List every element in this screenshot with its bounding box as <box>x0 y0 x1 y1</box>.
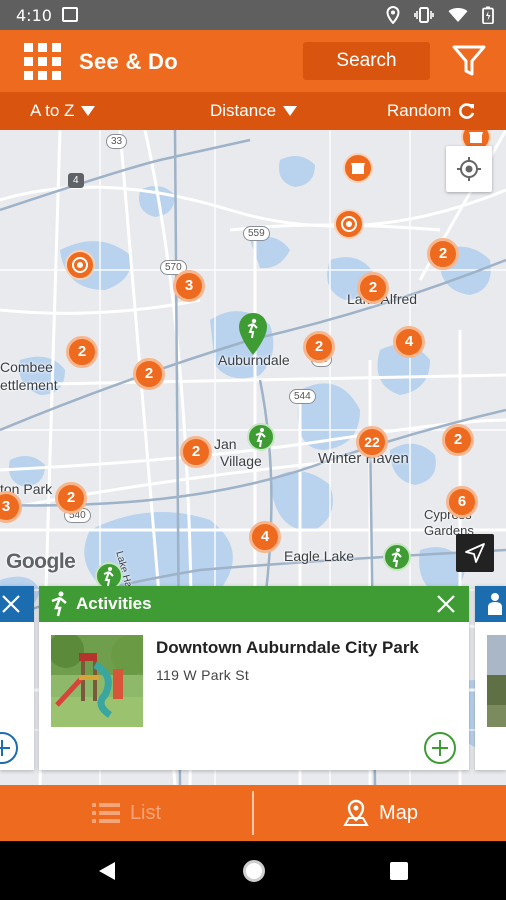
wifi-icon <box>448 8 468 22</box>
google-attribution: Google <box>6 550 76 573</box>
activity-icon <box>51 591 67 617</box>
app-header: See & Do Search <box>0 30 506 92</box>
location-icon <box>386 6 400 24</box>
tab-map-label: Map <box>379 801 418 824</box>
place-label: Combee <box>0 359 53 375</box>
sort-bar: A to Z Distance Random <box>0 92 506 130</box>
chevron-down-icon <box>283 106 298 116</box>
map-cluster[interactable]: 2 <box>55 482 87 514</box>
place-label: Village <box>220 453 262 469</box>
my-location-button[interactable] <box>446 146 492 192</box>
add-to-trip-button[interactable] <box>424 732 456 764</box>
close-icon[interactable] <box>435 593 457 615</box>
map-poi[interactable] <box>334 209 364 239</box>
tab-map[interactable]: Map <box>255 785 506 841</box>
map-cluster[interactable]: 2 <box>66 336 98 368</box>
chevron-down-icon <box>81 106 96 116</box>
status-icons <box>386 6 494 24</box>
place-photo <box>51 635 143 727</box>
vibrate-icon <box>414 7 434 23</box>
card-header <box>475 586 506 622</box>
map-cluster[interactable]: 2 <box>442 424 474 456</box>
refresh-icon <box>459 103 475 119</box>
system-navigation-bar <box>0 841 506 900</box>
home-icon[interactable] <box>243 860 265 882</box>
tab-list[interactable]: List <box>0 785 253 841</box>
tab-divider <box>252 791 254 835</box>
sort-random[interactable]: Random <box>387 101 476 121</box>
sort-a-to-z[interactable]: A to Z <box>30 101 96 121</box>
person-icon <box>488 593 502 615</box>
back-icon[interactable] <box>98 861 116 881</box>
dining-icon <box>72 257 88 273</box>
map-cluster[interactable]: 3 <box>173 270 205 302</box>
map-poi-activity[interactable] <box>247 423 275 451</box>
map-pin-icon <box>343 799 369 826</box>
map-poi-activity[interactable] <box>383 543 411 571</box>
card-header: Activities <box>39 586 469 622</box>
map-cluster[interactable]: 2 <box>133 358 165 390</box>
activity-icon <box>391 548 402 568</box>
activity-icon <box>255 428 266 448</box>
carousel-card-previous[interactable] <box>0 586 34 770</box>
bottom-tab-bar: List Map <box>0 785 506 841</box>
map-cluster[interactable]: 6 <box>446 486 478 518</box>
map-cluster[interactable]: 2 <box>357 272 389 304</box>
route-shield: 4 <box>68 173 84 188</box>
map-cluster[interactable]: 4 <box>249 521 281 553</box>
page-title: See & Do <box>79 49 178 74</box>
place-photo <box>487 635 506 727</box>
map-cluster[interactable]: 2 <box>180 436 212 468</box>
sort-random-label: Random <box>387 101 452 120</box>
route-shield: 544 <box>289 389 316 404</box>
map-cluster[interactable]: 2 <box>303 331 335 363</box>
directions-button[interactable] <box>456 534 494 572</box>
map-cluster[interactable]: 2 <box>427 238 459 270</box>
close-icon[interactable] <box>0 593 22 615</box>
grid-menu-icon[interactable] <box>24 43 61 80</box>
selected-pin-icon[interactable] <box>237 312 269 356</box>
sort-distance-label: Distance <box>210 101 277 120</box>
add-button[interactable] <box>0 732 18 764</box>
map-poi[interactable] <box>343 153 373 183</box>
place-label: Eagle Lake <box>284 548 355 564</box>
place-address: 119 W Park St <box>156 667 250 683</box>
place-label: ettlement <box>0 377 58 393</box>
recents-icon[interactable] <box>390 862 408 880</box>
place-card[interactable]: Activities Downtown Auburndale City Park… <box>39 586 469 770</box>
card-category: Activities <box>76 594 152 613</box>
activity-icon <box>103 567 114 587</box>
status-time: 4:10 <box>16 6 52 25</box>
place-label: Jan <box>214 436 237 452</box>
filter-icon[interactable] <box>450 42 488 80</box>
card-header <box>0 586 34 622</box>
search-button[interactable]: Search <box>303 42 430 80</box>
shop-icon <box>351 163 365 174</box>
route-shield: 33 <box>106 134 128 149</box>
battery-icon <box>482 6 494 24</box>
status-bar: 4:10 <box>0 0 506 30</box>
tab-list-label: List <box>129 801 162 824</box>
image-icon <box>62 7 78 22</box>
route-shield: 559 <box>243 226 270 241</box>
list-icon <box>91 803 120 823</box>
dining-icon <box>341 216 357 232</box>
place-title[interactable]: Downtown Auburndale City Park <box>156 638 419 658</box>
map-cluster[interactable]: 22 <box>356 426 388 458</box>
carousel-card-next[interactable] <box>475 586 506 770</box>
crosshair-icon <box>457 157 481 181</box>
map-cluster[interactable]: 4 <box>393 326 425 358</box>
navigation-arrow-icon <box>465 543 485 563</box>
sort-a-to-z-label: A to Z <box>30 101 75 120</box>
map-poi[interactable] <box>65 250 95 280</box>
sort-distance[interactable]: Distance <box>210 101 298 121</box>
